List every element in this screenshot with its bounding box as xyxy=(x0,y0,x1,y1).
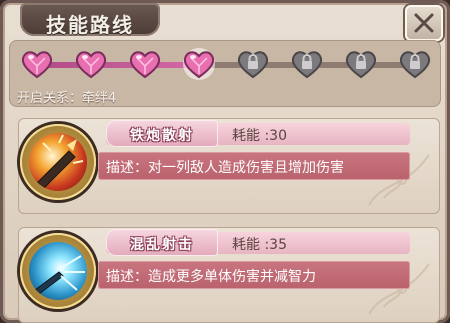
skill-route-panel: 技能路线 开启关系：牵绊4 铁炮散射 耗能:30 描述：对一列敌人造成伤害且增… xyxy=(0,0,450,323)
pink-heart-gem-icon[interactable] xyxy=(128,48,162,80)
panel-title: 技能路线 xyxy=(46,13,134,37)
pink-heart-gem-icon[interactable] xyxy=(182,48,216,80)
pink-heart-gem-icon[interactable] xyxy=(74,48,108,80)
title-tab: 技能路线 xyxy=(20,3,160,37)
locked-heart-icon[interactable] xyxy=(290,48,324,80)
ice-shot-skill-icon[interactable] xyxy=(20,233,96,309)
route-progress-fill xyxy=(37,62,201,68)
pink-heart-gem-icon[interactable] xyxy=(20,48,54,80)
skill-cost: 耗能 :35 xyxy=(232,237,287,253)
close-x-icon xyxy=(414,13,434,33)
skill-name: 铁炮散射 xyxy=(130,128,194,144)
skill-description-box: 描述：造成更多单体伤害并减智力 xyxy=(98,261,410,289)
close-button[interactable] xyxy=(405,5,443,41)
skill-description: 描述：对一列敌人造成伤害且增加伤害 xyxy=(106,160,344,176)
skill-description-box: 描述：对一列敌人造成伤害且增加伤害 xyxy=(98,152,410,180)
skill-route-track: 开启关系：牵绊4 xyxy=(9,40,441,107)
locked-heart-icon[interactable] xyxy=(344,48,378,80)
skill-cost: 耗能 :30 xyxy=(232,128,287,144)
skill-card[interactable]: 混乱射击 耗能 :35 描述：造成更多单体伤害并减智力 xyxy=(18,227,440,323)
skill-description: 描述：造成更多单体伤害并减智力 xyxy=(106,269,316,285)
fire-blast-skill-icon[interactable] xyxy=(20,124,96,200)
skill-name: 混乱射击 xyxy=(130,237,194,253)
relation-label: 开启关系：牵绊4 xyxy=(17,91,117,106)
locked-heart-icon[interactable] xyxy=(236,48,270,80)
skill-card[interactable]: 铁炮散射 耗能 :30 描述：对一列敌人造成伤害且增加伤害 xyxy=(18,118,440,214)
locked-heart-icon[interactable] xyxy=(398,48,432,80)
